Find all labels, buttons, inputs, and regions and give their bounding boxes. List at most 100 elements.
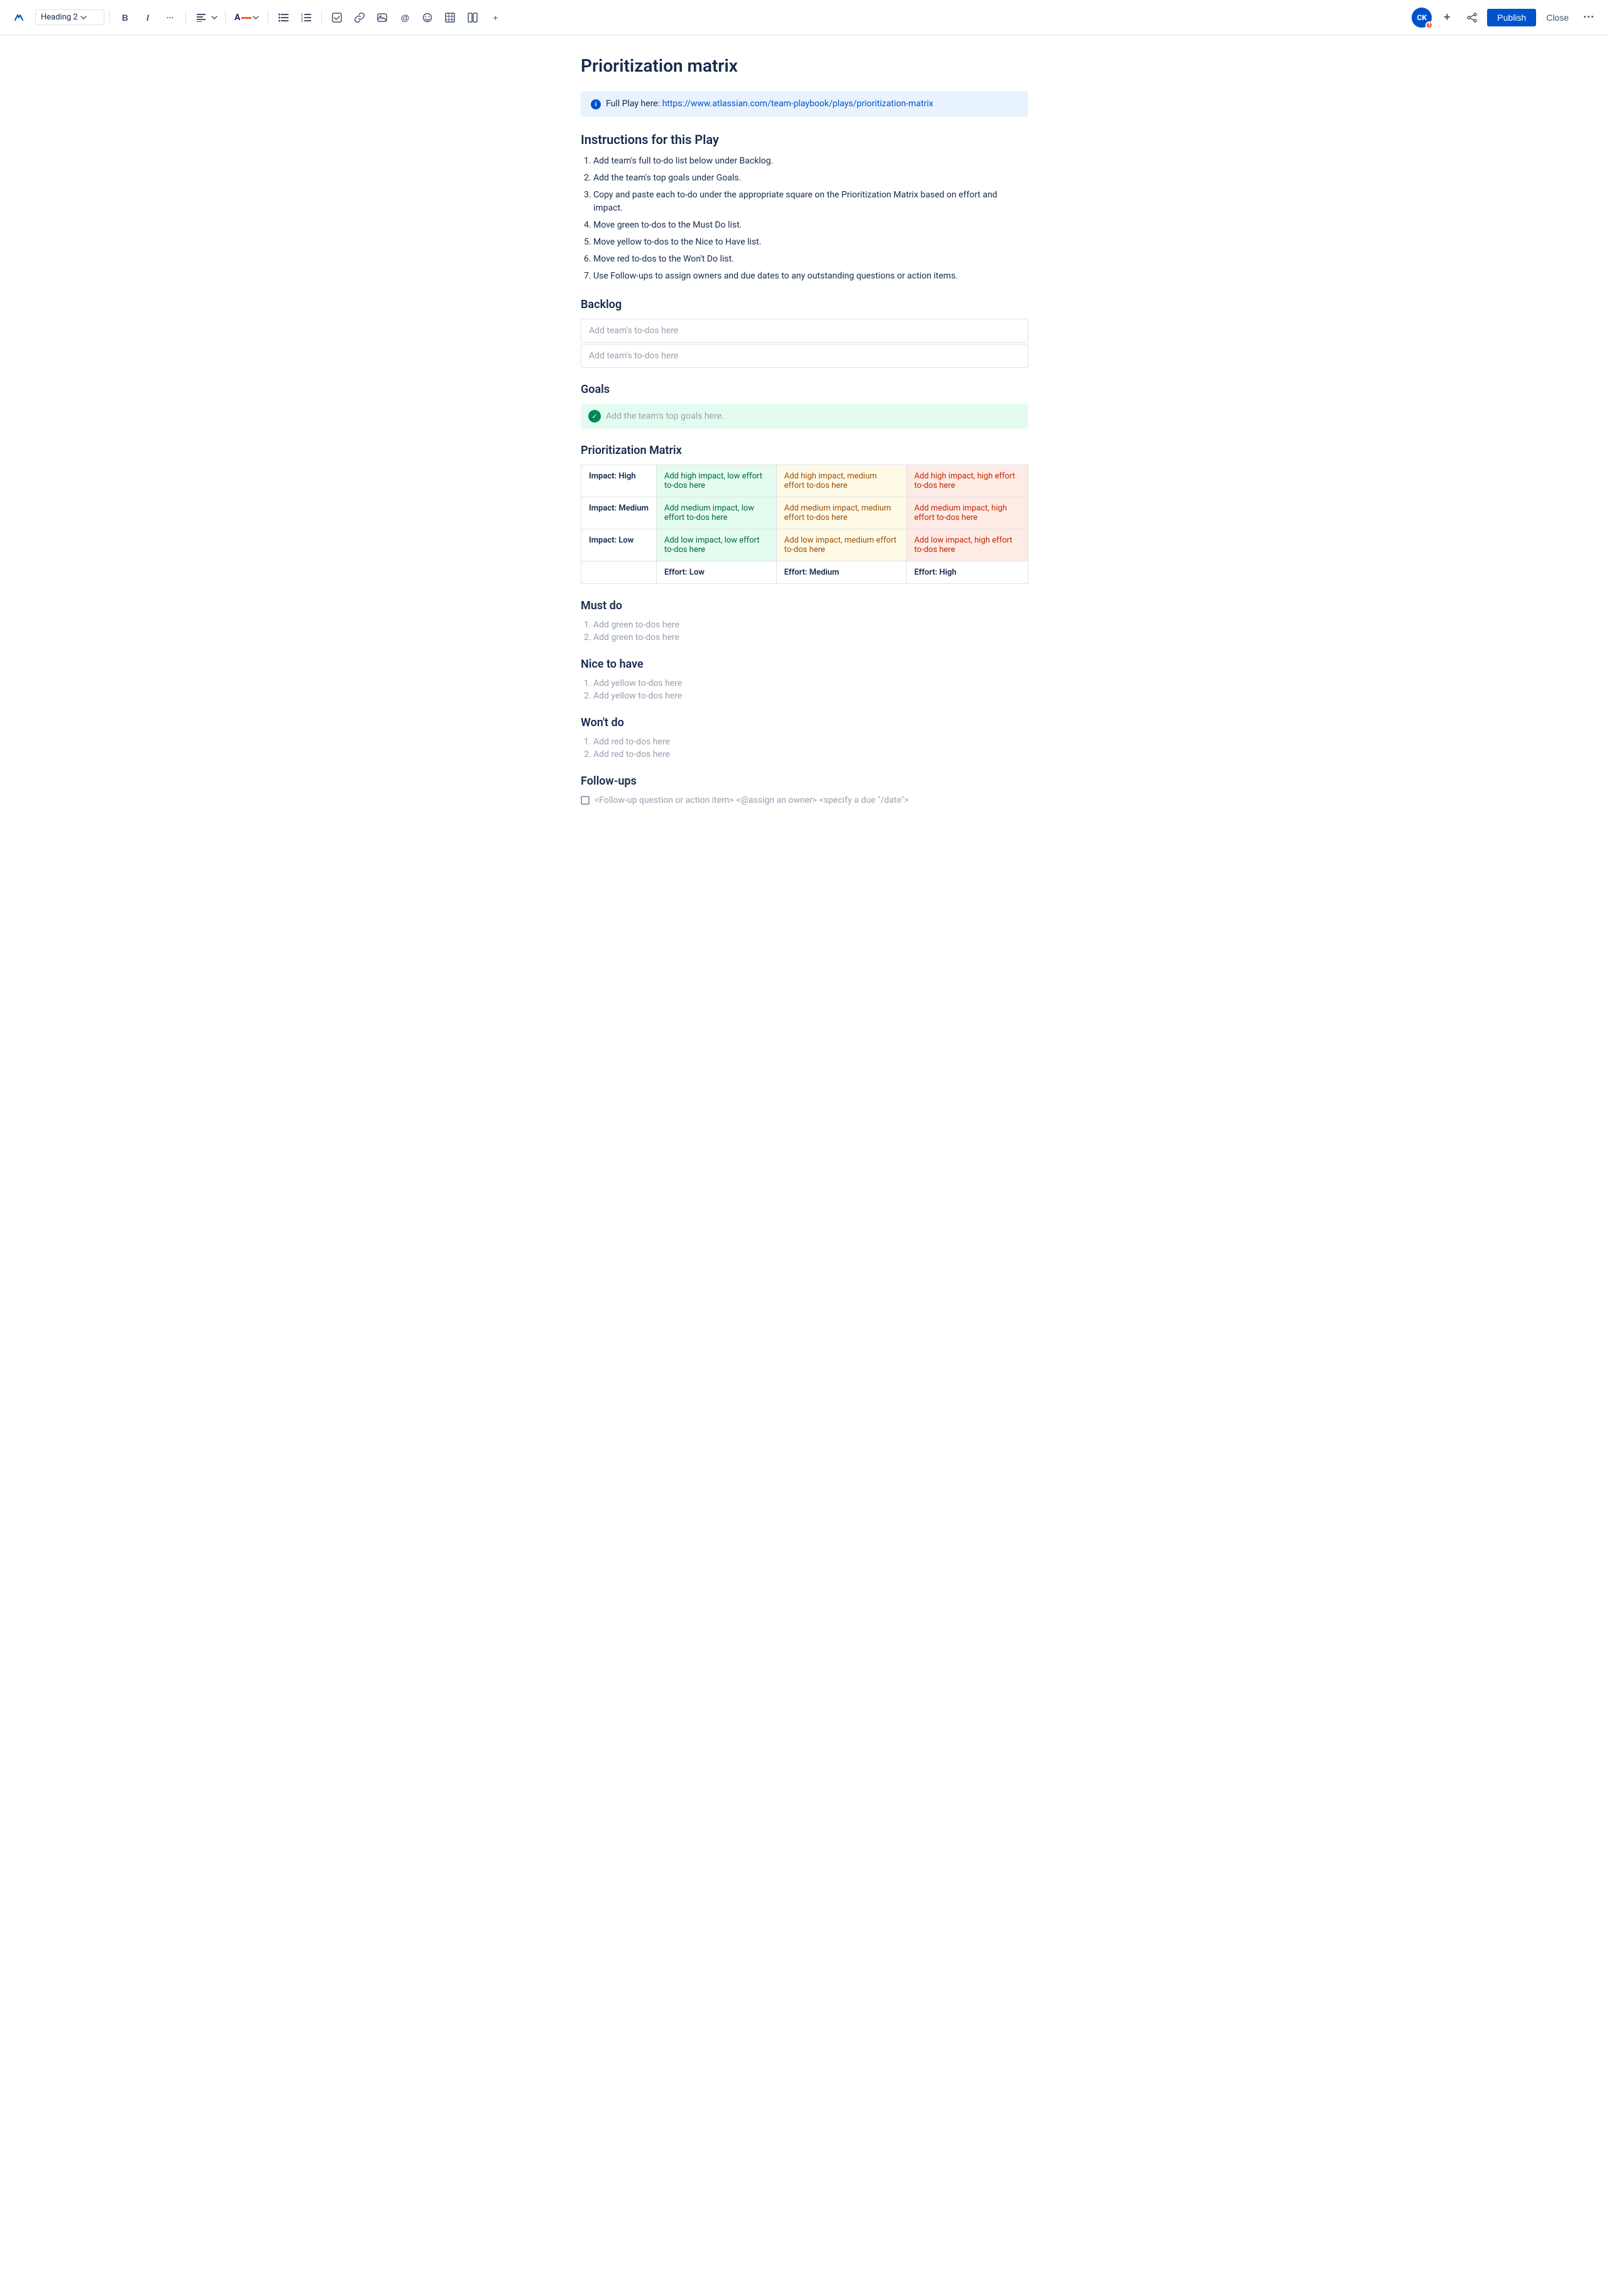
- list-item[interactable]: Add green to-dos here: [593, 620, 1028, 630]
- list-item[interactable]: Add red to-dos here: [593, 737, 1028, 747]
- col-label-effort-med: Effort: Medium: [776, 561, 906, 584]
- backlog-heading: Backlog: [581, 298, 1028, 311]
- wont-do-section: Won't do Add red to-dos here Add red to-…: [581, 716, 1028, 759]
- must-do-heading: Must do: [581, 599, 1028, 612]
- app-logo: [10, 8, 28, 28]
- matrix-cell-low-high[interactable]: Add low impact, high effort to-dos here: [906, 529, 1028, 561]
- emoji-button[interactable]: [417, 8, 437, 28]
- table-row: Effort: Low Effort: Medium Effort: High: [581, 561, 1028, 584]
- toolbar-right: CK 1 + Publish Close ···: [1412, 8, 1599, 28]
- info-icon: i: [591, 99, 601, 109]
- list-item[interactable]: Add green to-dos here: [593, 632, 1028, 643]
- toolbar: Heading 2 B I ··· A 123: [0, 0, 1609, 35]
- goals-section: Goals ✓ Add the team's top goals here.: [581, 383, 1028, 429]
- list-item[interactable]: Add yellow to-dos here: [593, 691, 1028, 701]
- add-collaborator-button[interactable]: +: [1437, 8, 1457, 28]
- green-check-icon: ✓: [588, 410, 601, 422]
- nice-to-have-list: Add yellow to-dos here Add yellow to-dos…: [581, 678, 1028, 701]
- avatar-badge: 1: [1425, 21, 1433, 29]
- columns-button[interactable]: [463, 8, 483, 28]
- matrix-cell-low-med[interactable]: Add low impact, medium effort to-dos her…: [776, 529, 906, 561]
- publish-button[interactable]: Publish: [1487, 9, 1536, 26]
- impact-low-label: Impact: Low: [581, 529, 657, 561]
- toolbar-separator-5: [321, 10, 322, 25]
- list-item: Copy and paste each to-do under the appr…: [593, 189, 1028, 215]
- svg-text:3: 3: [301, 19, 303, 22]
- col-label-effort-high: Effort: High: [906, 561, 1028, 584]
- col-label-empty: [581, 561, 657, 584]
- insert-more-button[interactable]: +: [485, 8, 505, 28]
- must-do-list: Add green to-dos here Add green to-dos h…: [581, 620, 1028, 643]
- matrix-cell-med-med[interactable]: Add medium impact, medium effort to-dos …: [776, 497, 906, 529]
- backlog-section: Backlog Add team's to-dos here Add team'…: [581, 298, 1028, 368]
- matrix-cell-med-high[interactable]: Add medium impact, high effort to-dos he…: [906, 497, 1028, 529]
- more-options-button[interactable]: ···: [1579, 8, 1599, 28]
- matrix-cell-low-low[interactable]: Add low impact, low effort to-dos here: [656, 529, 776, 561]
- content-area: Prioritization matrix i Full Play here: …: [566, 35, 1043, 871]
- numbered-list-button[interactable]: 123: [296, 8, 316, 28]
- followup-placeholder[interactable]: <Follow-up question or action item> <@as…: [595, 795, 909, 805]
- task-button[interactable]: [327, 8, 347, 28]
- goals-heading: Goals: [581, 383, 1028, 396]
- matrix-table: Impact: High Add high impact, low effort…: [581, 465, 1028, 584]
- backlog-row-1[interactable]: Add team's to-dos here: [581, 319, 1028, 343]
- nice-to-have-section: Nice to have Add yellow to-dos here Add …: [581, 658, 1028, 701]
- link-button[interactable]: [349, 8, 370, 28]
- image-button[interactable]: [372, 8, 392, 28]
- more-text-button[interactable]: ···: [160, 8, 180, 28]
- col-label-effort-low: Effort: Low: [656, 561, 776, 584]
- backlog-row-2[interactable]: Add team's to-dos here: [581, 344, 1028, 368]
- instructions-list: Add team's full to-do list below under B…: [581, 155, 1028, 283]
- list-item[interactable]: Add red to-dos here: [593, 749, 1028, 759]
- impact-high-label: Impact: High: [581, 465, 657, 497]
- matrix-heading: Prioritization Matrix: [581, 444, 1028, 457]
- close-button[interactable]: Close: [1541, 10, 1574, 25]
- heading-selector[interactable]: Heading 2: [35, 9, 104, 25]
- goals-item[interactable]: ✓ Add the team's top goals here.: [581, 404, 1028, 429]
- list-item: Move red to-dos to the Won't Do list.: [593, 253, 1028, 266]
- list-item: Add team's full to-do list below under B…: [593, 155, 1028, 168]
- heading-selector-label: Heading 2: [41, 13, 78, 22]
- followups-section: Follow-ups <Follow-up question or action…: [581, 775, 1028, 805]
- avatar[interactable]: CK 1: [1412, 8, 1432, 28]
- toolbar-separator-2: [185, 10, 186, 25]
- table-row: Impact: Low Add low impact, low effort t…: [581, 529, 1028, 561]
- avatar-initials: CK: [1417, 13, 1427, 22]
- toolbar-separator: [109, 10, 110, 25]
- followup-checkbox[interactable]: [581, 796, 590, 805]
- alignment-group: [191, 8, 220, 28]
- align-button[interactable]: [191, 8, 211, 28]
- italic-button[interactable]: I: [138, 8, 158, 28]
- matrix-cell-med-low[interactable]: Add medium impact, low effort to-dos her…: [656, 497, 776, 529]
- page-title[interactable]: Prioritization matrix: [581, 55, 1028, 76]
- followup-item: <Follow-up question or action item> <@as…: [581, 795, 1028, 805]
- toolbar-separator-3: [225, 10, 226, 25]
- table-row: Impact: Medium Add medium impact, low ef…: [581, 497, 1028, 529]
- matrix-cell-high-high[interactable]: Add high impact, high effort to-dos here: [906, 465, 1028, 497]
- list-item[interactable]: Add yellow to-dos here: [593, 678, 1028, 688]
- info-box: i Full Play here: https://www.atlassian.…: [581, 91, 1028, 117]
- instructions-heading: Instructions for this Play: [581, 132, 1028, 147]
- table-button[interactable]: [440, 8, 460, 28]
- list-item: Add the team's top goals under Goals.: [593, 172, 1028, 185]
- list-item: Use Follow-ups to assign owners and due …: [593, 270, 1028, 283]
- bullet-list-button[interactable]: [273, 8, 294, 28]
- list-item: Move yellow to-dos to the Nice to Have l…: [593, 236, 1028, 249]
- info-text: Full Play here: https://www.atlassian.co…: [606, 99, 933, 109]
- bold-button[interactable]: B: [115, 8, 135, 28]
- color-picker-group[interactable]: A: [231, 10, 263, 25]
- nice-to-have-heading: Nice to have: [581, 658, 1028, 671]
- share-button[interactable]: [1462, 8, 1482, 28]
- matrix-cell-high-low[interactable]: Add high impact, low effort to-dos here: [656, 465, 776, 497]
- list-item: Move green to-dos to the Must Do list.: [593, 219, 1028, 232]
- must-do-section: Must do Add green to-dos here Add green …: [581, 599, 1028, 643]
- chevron-down-icon: [80, 14, 87, 21]
- instructions-section: Instructions for this Play Add team's fu…: [581, 132, 1028, 283]
- matrix-section: Prioritization Matrix Impact: High Add h…: [581, 444, 1028, 584]
- font-color-label: A: [234, 13, 240, 23]
- info-link[interactable]: https://www.atlassian.com/team-playbook/…: [662, 99, 933, 109]
- matrix-cell-high-med[interactable]: Add high impact, medium effort to-dos he…: [776, 465, 906, 497]
- wont-do-heading: Won't do: [581, 716, 1028, 729]
- mention-button[interactable]: @: [395, 8, 415, 28]
- color-indicator: [241, 17, 251, 19]
